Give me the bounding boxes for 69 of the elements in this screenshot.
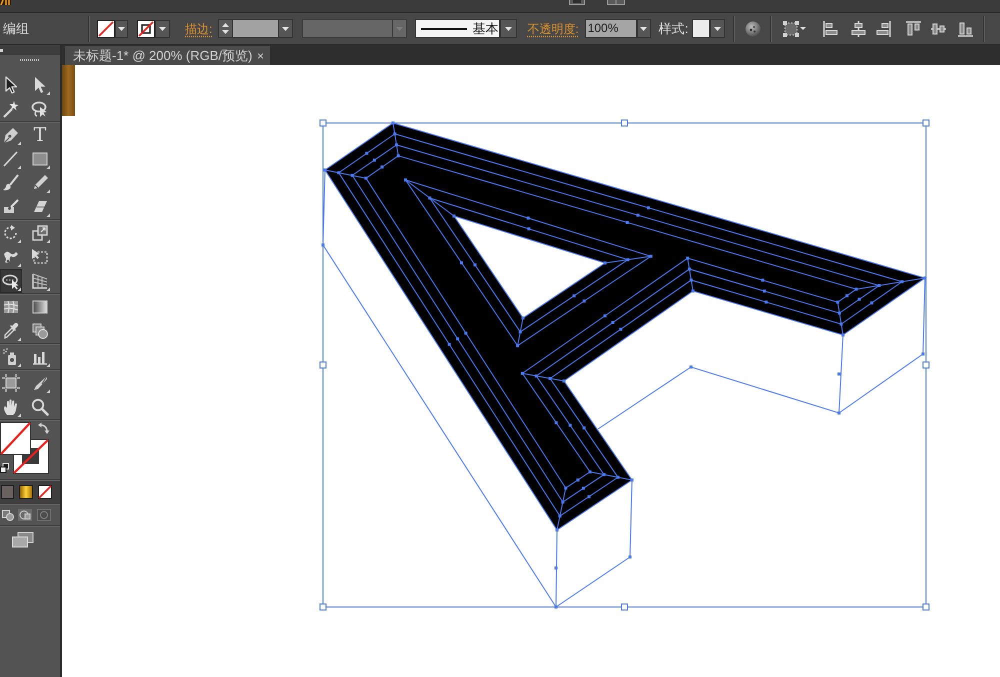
tool-button[interactable] (0, 269, 22, 293)
align-right-icon[interactable] (876, 20, 892, 36)
caret-icon (118, 26, 125, 30)
resize-handle[interactable] (922, 362, 930, 368)
no-fill-icon[interactable] (38, 485, 52, 499)
stroke-weight-field[interactable] (233, 19, 278, 38)
selection-label: 编组 (3, 20, 29, 38)
artboard-icon (1, 373, 21, 393)
transform-icon[interactable] (783, 20, 806, 36)
opacity-link[interactable]: 不透明度: (527, 20, 579, 38)
stepper-button[interactable] (218, 19, 234, 38)
sphere-icon[interactable] (745, 20, 762, 36)
resize-handle[interactable] (922, 604, 930, 610)
resize-handle[interactable] (621, 120, 628, 126)
screen-mode-icon[interactable] (12, 532, 34, 548)
app-logo-icon (0, 0, 11, 5)
caret-icon (714, 26, 722, 30)
caret-icon (282, 26, 290, 30)
stepper-arrows-icon (222, 23, 230, 34)
paintbrush-icon (1, 173, 21, 193)
align-top-icon[interactable] (906, 20, 922, 36)
close-button[interactable]: × (256, 50, 264, 62)
panel-edge-strip (62, 65, 75, 116)
caret-icon (505, 26, 512, 30)
type-tool-button[interactable]: T (29, 123, 51, 147)
dropdown-button[interactable] (636, 19, 651, 38)
align-bottom-icon[interactable] (958, 20, 974, 36)
dropdown-button[interactable] (155, 20, 170, 38)
layout-icon[interactable] (569, 0, 585, 5)
align-middle-icon[interactable] (931, 20, 946, 36)
layout-icon[interactable] (607, 0, 625, 5)
color-swatch-icon[interactable] (1, 485, 14, 499)
resize-handle[interactable] (922, 120, 930, 126)
perspective-grid-icon (30, 271, 50, 291)
blend-shapes-icon (30, 321, 50, 341)
scale-icon (30, 223, 50, 243)
resize-handle[interactable] (320, 362, 326, 368)
draw-normal-icon[interactable] (2, 510, 14, 520)
stroke-link[interactable]: 描边: (185, 20, 212, 38)
hand-icon (1, 397, 21, 417)
draw-behind-icon[interactable] (18, 509, 32, 521)
magic-wand-icon (1, 99, 21, 119)
style-swatch[interactable] (692, 19, 710, 38)
line-icon (1, 149, 21, 169)
align-left-icon[interactable] (823, 20, 838, 36)
collapse-icon[interactable] (0, 48, 3, 52)
brush-field[interactable]: 基本 (415, 19, 500, 38)
dropdown-button[interactable] (115, 20, 128, 38)
caret-icon (159, 26, 166, 30)
fill-swatch[interactable] (0, 422, 31, 455)
style-label: 样式: (658, 20, 688, 38)
dropdown-button[interactable] (710, 19, 726, 38)
resize-handle[interactable] (320, 604, 326, 610)
tool-button[interactable] (0, 371, 22, 395)
dropdown-button[interactable] (278, 19, 294, 38)
dropdown-button[interactable] (500, 19, 518, 38)
opacity-field[interactable]: 100% (584, 19, 637, 38)
zoom-icon (30, 397, 50, 417)
stroke-swatch[interactable] (137, 20, 155, 38)
fill-swatch[interactable] (97, 20, 115, 38)
caret-icon (640, 26, 648, 30)
resize-handle[interactable] (320, 120, 326, 126)
document-tab[interactable]: 未标题-1* @ 200% (RGB/预览) × (65, 46, 270, 65)
align-center-icon[interactable] (851, 20, 866, 36)
default-colors-icon[interactable] (0, 463, 9, 473)
resize-handle[interactable] (621, 604, 628, 610)
gradient-swatch-icon[interactable] (19, 485, 33, 499)
swap-arrows-icon[interactable] (38, 422, 50, 434)
stroke-line-icon (421, 28, 468, 30)
